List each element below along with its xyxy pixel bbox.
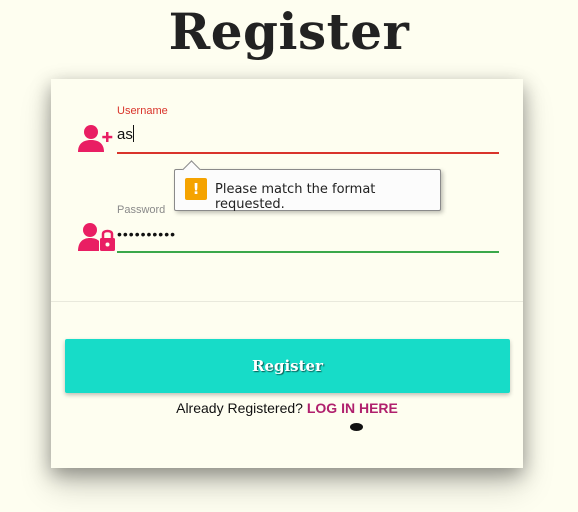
login-prompt-text: Already Registered? [176, 400, 303, 416]
register-button[interactable]: Register [65, 339, 510, 393]
page-title: Register [168, 2, 410, 61]
user-lock-icon [78, 223, 115, 251]
login-link[interactable]: LOG IN HERE [307, 400, 398, 416]
login-prompt: Already Registered? LOG IN HERE [51, 400, 523, 416]
password-input[interactable]: •••••••••• [117, 226, 499, 250]
loading-indicator [350, 423, 363, 431]
username-underline [117, 152, 499, 154]
username-input[interactable]: as [117, 125, 499, 149]
tooltip-message: Please match the format requested. [215, 182, 376, 212]
register-card: Username as Password •••••••••• Register… [51, 79, 523, 468]
username-label: Username [117, 105, 168, 117]
username-value: as [117, 126, 133, 143]
text-cursor [132, 125, 134, 142]
warning-icon: ! [185, 178, 207, 200]
validation-tooltip: ! Please match the format requested. [174, 160, 441, 212]
password-label: Password [117, 204, 166, 216]
user-add-icon [78, 125, 113, 152]
divider [51, 301, 523, 302]
password-underline [117, 251, 499, 253]
